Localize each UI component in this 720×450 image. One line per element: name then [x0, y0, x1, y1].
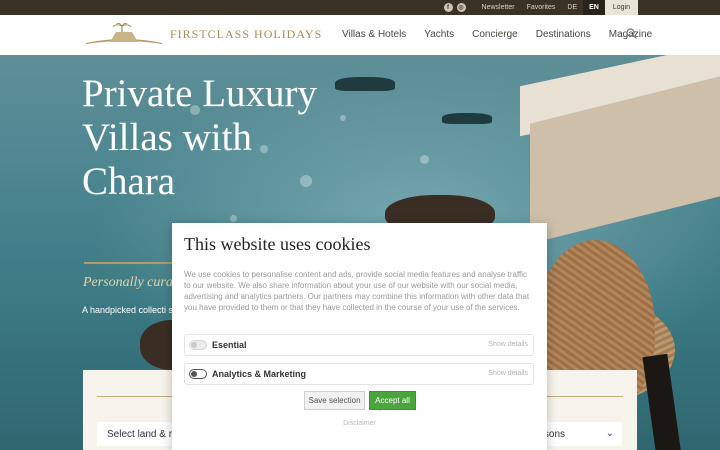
newsletter-link[interactable]: Newsletter [476, 4, 521, 11]
cookie-option-essential: Esential Show details [184, 334, 534, 356]
cookie-consent-dialog: This website uses cookies We use cookies… [172, 223, 547, 450]
cookie-title: This website uses cookies [184, 234, 371, 254]
chevron-down-icon: ⌄ [605, 428, 614, 439]
hat-ribbon [642, 353, 683, 450]
analytics-label: Analytics & Marketing [212, 369, 307, 379]
logo[interactable]: FIRSTCLASS HOLIDAYS [86, 23, 322, 45]
essential-toggle[interactable] [189, 340, 207, 350]
cookie-description: We use cookies to personalise content an… [184, 270, 530, 312]
language-de[interactable]: DE [561, 4, 583, 11]
facebook-icon[interactable]: f [443, 3, 453, 12]
palm-island-logo-icon [86, 23, 162, 44]
main-nav: Villas & Hotels Yachts Concierge Destina… [342, 28, 670, 42]
language-en[interactable]: EN [583, 0, 605, 15]
nav-destinations[interactable]: Destinations [536, 29, 591, 40]
brand-name: FIRSTCLASS HOLIDAYS [170, 26, 323, 41]
hero-divider [84, 262, 179, 264]
disclaimer-link[interactable]: Disclaimer [172, 420, 547, 427]
instagram-icon[interactable]: ◎ [456, 3, 466, 12]
land-region-label: Select land & re [107, 428, 178, 440]
nav-villas-hotels[interactable]: Villas & Hotels [342, 29, 406, 40]
login-button[interactable]: Login [604, 0, 638, 15]
nav-yachts[interactable]: Yachts [424, 29, 454, 40]
site-header: FIRSTCLASS HOLIDAYS Villas & Hotels Yach… [0, 15, 720, 55]
essential-show-details[interactable]: Show details [488, 341, 528, 348]
hero-tagline: Personally cura [83, 275, 173, 290]
analytics-show-details[interactable]: Show details [488, 370, 528, 377]
nav-concierge[interactable]: Concierge [472, 29, 518, 40]
save-selection-button[interactable]: Save selection [304, 391, 365, 410]
utility-bar: f ◎ Newsletter Favorites DE EN Login [0, 0, 720, 15]
search-icon[interactable] [626, 28, 637, 42]
boat-image [442, 113, 492, 124]
essential-label: Esential [212, 340, 247, 350]
cookie-option-analytics: Analytics & Marketing Show details [184, 363, 534, 385]
accept-all-button[interactable]: Accept all [369, 391, 416, 410]
favorites-link[interactable]: Favorites [521, 4, 562, 11]
analytics-toggle[interactable] [189, 369, 207, 379]
hero-title: Private Luxury Villas with Chara [82, 72, 318, 203]
